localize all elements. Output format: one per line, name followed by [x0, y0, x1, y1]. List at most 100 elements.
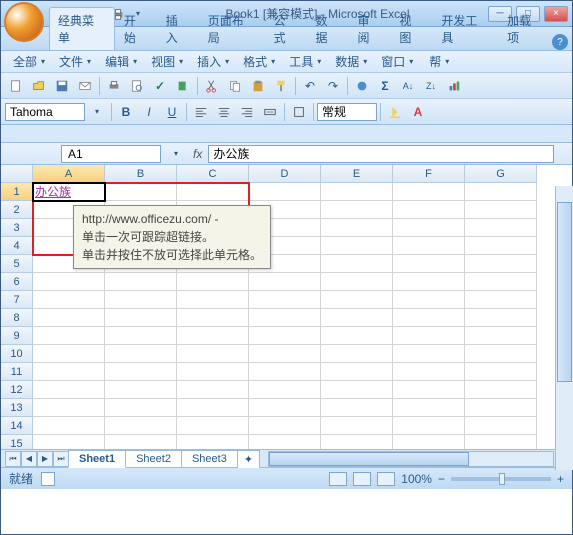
- worksheet-grid[interactable]: ABCDEFG1办公族23456789101112131415 http://w…: [1, 165, 572, 449]
- row-header[interactable]: 6: [1, 273, 33, 291]
- cell[interactable]: [249, 273, 321, 291]
- view-layout-icon[interactable]: [353, 472, 371, 486]
- row-header[interactable]: 1: [1, 183, 33, 201]
- cell[interactable]: [465, 435, 537, 449]
- cell[interactable]: [465, 363, 537, 381]
- cell[interactable]: [321, 435, 393, 449]
- name-box[interactable]: A1: [61, 145, 161, 163]
- new-sheet-icon[interactable]: ✦: [237, 450, 260, 468]
- col-header[interactable]: G: [465, 165, 537, 183]
- cell[interactable]: [105, 435, 177, 449]
- cell[interactable]: [393, 219, 465, 237]
- formula-bar[interactable]: 办公族: [208, 145, 554, 163]
- row-header[interactable]: 15: [1, 435, 33, 449]
- cell[interactable]: [393, 363, 465, 381]
- hyperlink-text[interactable]: 办公族: [35, 183, 71, 200]
- cell[interactable]: [465, 255, 537, 273]
- cell[interactable]: [33, 273, 105, 291]
- cell[interactable]: [177, 363, 249, 381]
- print-icon[interactable]: [103, 75, 125, 97]
- align-center-icon[interactable]: [213, 101, 235, 123]
- cell[interactable]: [393, 435, 465, 449]
- menu-view[interactable]: 视图: [145, 51, 189, 72]
- tab-nav-first-icon[interactable]: ⏮: [5, 451, 21, 467]
- cell[interactable]: [249, 399, 321, 417]
- col-header[interactable]: B: [105, 165, 177, 183]
- row-header[interactable]: 8: [1, 309, 33, 327]
- menu-tools[interactable]: 工具: [283, 51, 327, 72]
- tab-nav-prev-icon[interactable]: ◀: [21, 451, 37, 467]
- cell[interactable]: [177, 381, 249, 399]
- cell[interactable]: [393, 309, 465, 327]
- zoom-out-icon[interactable]: −: [438, 472, 445, 486]
- tab-data[interactable]: 数据: [307, 7, 349, 50]
- row-header[interactable]: 13: [1, 399, 33, 417]
- row-header[interactable]: 11: [1, 363, 33, 381]
- font-name-box[interactable]: Tahoma: [5, 103, 85, 121]
- cell[interactable]: [105, 309, 177, 327]
- cell[interactable]: [393, 183, 465, 201]
- cell[interactable]: [33, 363, 105, 381]
- save-icon[interactable]: [51, 75, 73, 97]
- cell[interactable]: [393, 381, 465, 399]
- cell[interactable]: 办公族: [33, 183, 105, 201]
- zoom-level[interactable]: 100%: [401, 472, 432, 486]
- vscroll-thumb[interactable]: [557, 202, 572, 382]
- cell[interactable]: [105, 327, 177, 345]
- row-header[interactable]: 4: [1, 237, 33, 255]
- zoom-in-icon[interactable]: +: [557, 472, 564, 486]
- sort-desc-icon[interactable]: Z↓: [420, 75, 442, 97]
- redo-icon[interactable]: ↷: [322, 75, 344, 97]
- cell[interactable]: [321, 417, 393, 435]
- font-dropdown-icon[interactable]: ▾: [86, 101, 108, 123]
- cell[interactable]: [105, 417, 177, 435]
- cell[interactable]: [465, 327, 537, 345]
- open-icon[interactable]: [28, 75, 50, 97]
- cell[interactable]: [393, 291, 465, 309]
- cell[interactable]: [249, 363, 321, 381]
- cell[interactable]: [249, 291, 321, 309]
- cell[interactable]: [393, 327, 465, 345]
- tab-addins[interactable]: 加载项: [498, 7, 552, 50]
- col-header[interactable]: D: [249, 165, 321, 183]
- cell[interactable]: [321, 183, 393, 201]
- mail-icon[interactable]: [74, 75, 96, 97]
- cell[interactable]: [177, 291, 249, 309]
- office-button[interactable]: [4, 2, 44, 42]
- cell[interactable]: [393, 201, 465, 219]
- cell[interactable]: [105, 291, 177, 309]
- cell[interactable]: [33, 381, 105, 399]
- style-box[interactable]: 常规: [317, 103, 377, 121]
- cell[interactable]: [321, 201, 393, 219]
- zoom-slider[interactable]: [451, 477, 551, 481]
- cell[interactable]: [177, 183, 249, 201]
- macro-icon[interactable]: [41, 472, 55, 486]
- cell[interactable]: [177, 327, 249, 345]
- copy-icon[interactable]: [224, 75, 246, 97]
- cell[interactable]: [105, 183, 177, 201]
- row-header[interactable]: 2: [1, 201, 33, 219]
- menu-window[interactable]: 窗口: [375, 51, 419, 72]
- cell[interactable]: [393, 273, 465, 291]
- cell[interactable]: [177, 417, 249, 435]
- cell[interactable]: [33, 291, 105, 309]
- cell[interactable]: [321, 345, 393, 363]
- cell[interactable]: [465, 399, 537, 417]
- bold-icon[interactable]: B: [115, 101, 137, 123]
- tab-dev[interactable]: 开发工具: [432, 7, 498, 50]
- fill-color-icon[interactable]: [384, 101, 406, 123]
- cell[interactable]: [465, 417, 537, 435]
- cell[interactable]: [321, 363, 393, 381]
- view-pagebreak-icon[interactable]: [377, 472, 395, 486]
- cell[interactable]: [249, 435, 321, 449]
- menu-file[interactable]: 文件: [53, 51, 97, 72]
- cell[interactable]: [465, 201, 537, 219]
- cell[interactable]: [177, 309, 249, 327]
- align-left-icon[interactable]: [190, 101, 212, 123]
- row-header[interactable]: 5: [1, 255, 33, 273]
- cut-icon[interactable]: [201, 75, 223, 97]
- namebox-dropdown-icon[interactable]: ▾: [165, 143, 187, 165]
- cell[interactable]: [393, 417, 465, 435]
- horizontal-scrollbar[interactable]: [268, 451, 554, 467]
- fx-label[interactable]: fx: [193, 147, 202, 161]
